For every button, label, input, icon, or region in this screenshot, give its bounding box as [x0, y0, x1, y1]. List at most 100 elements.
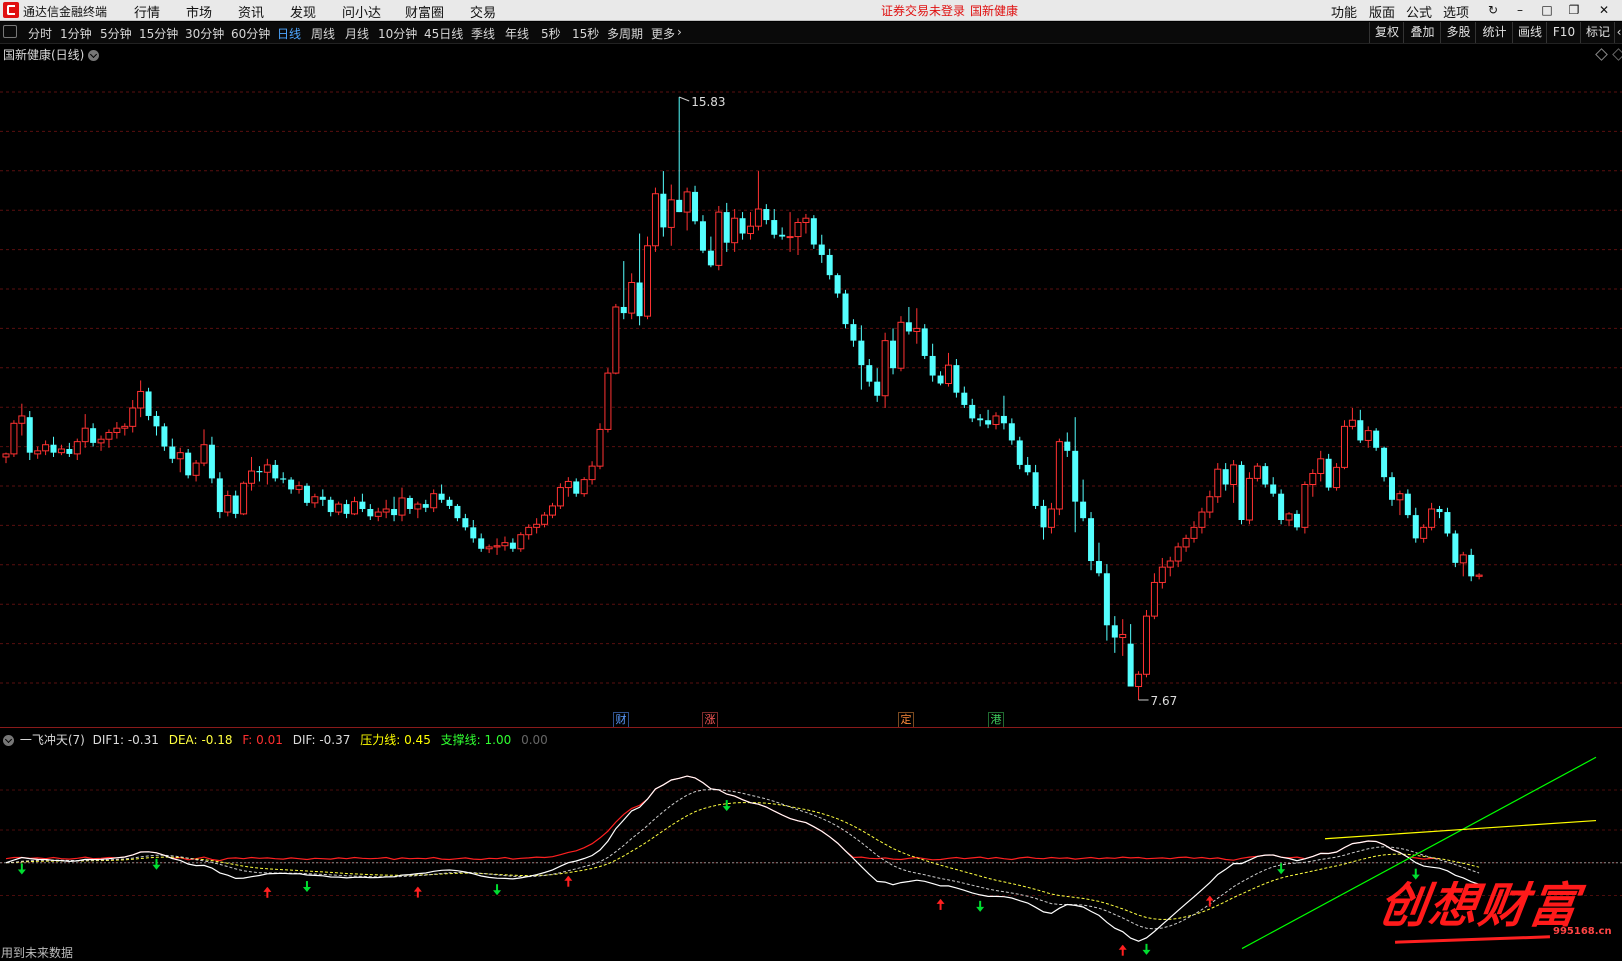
period-tab-60min[interactable]: 60分钟: [231, 25, 270, 42]
candle: [746, 212, 754, 240]
candle: [1245, 472, 1253, 525]
menu-item-quotes[interactable]: 行情: [134, 2, 160, 21]
restore-icon[interactable]: ❐: [1565, 1, 1583, 19]
f10-button[interactable]: F10: [1546, 22, 1581, 43]
candle: [881, 332, 889, 408]
period-tab-5sec[interactable]: 5秒: [541, 25, 561, 42]
event-marker-placement[interactable]: 定: [898, 712, 914, 728]
candle-body: [1000, 415, 1007, 424]
menu-item-discover[interactable]: 发现: [290, 2, 316, 21]
draw-button[interactable]: 画线: [1512, 22, 1547, 43]
candle: [129, 400, 137, 433]
candle: [1436, 505, 1443, 519]
candle-body: [517, 534, 525, 550]
candle: [739, 212, 746, 240]
menu-bar: 通达信金融终端 行情 市场 资讯 发现 问小达 财富圈 交易 证券交易未登录 国…: [0, 0, 1622, 21]
candle: [121, 423, 129, 436]
period-tab-daily[interactable]: 日线: [277, 25, 301, 42]
candle: [1166, 556, 1174, 577]
period-tab-multi[interactable]: 多周期: [607, 25, 643, 42]
candle-body: [129, 407, 137, 427]
candle-body: [280, 478, 287, 480]
panel-toggle-icon[interactable]: [3, 25, 17, 38]
menu-item-trade[interactable]: 交易: [470, 2, 496, 21]
minimize-icon[interactable]: –: [1511, 1, 1529, 19]
period-tab-10min[interactable]: 10分钟: [378, 25, 417, 42]
period-tab-quarterly[interactable]: 季线: [471, 25, 495, 42]
candle: [683, 187, 691, 231]
trade-login-warning[interactable]: 证券交易未登录: [881, 2, 965, 19]
period-tab-timeshare[interactable]: 分时: [28, 25, 52, 42]
overlay-button[interactable]: 叠加: [1403, 22, 1441, 43]
candle: [763, 204, 770, 225]
candle-body: [580, 479, 588, 495]
period-tab-30min[interactable]: 30分钟: [185, 25, 224, 42]
stats-button[interactable]: 统计: [1475, 22, 1513, 43]
candle: [232, 490, 239, 519]
candle-body: [350, 501, 358, 515]
event-marker-limit-up[interactable]: 涨: [702, 712, 718, 728]
event-marker-hk[interactable]: 港: [988, 712, 1004, 728]
dif-value: -0.37: [319, 733, 351, 747]
expand-chevron-icon[interactable]: ‹: [1614, 22, 1622, 43]
menu-item-formula[interactable]: 公式: [1406, 2, 1432, 21]
mark-button[interactable]: 标记: [1580, 22, 1615, 43]
candle-body: [145, 391, 152, 416]
indicator-name[interactable]: 一飞冲天(7): [20, 733, 85, 747]
pane-separator[interactable]: [0, 727, 1622, 728]
candle: [50, 436, 57, 457]
refresh-icon[interactable]: ↻: [1484, 1, 1502, 19]
candle-body: [343, 504, 350, 514]
candle: [438, 484, 445, 503]
candle: [1135, 671, 1143, 700]
candle: [1333, 463, 1341, 491]
candle: [1127, 624, 1134, 687]
candle: [382, 499, 390, 519]
candle: [343, 499, 350, 519]
candle: [303, 483, 310, 506]
period-tab-more[interactable]: 更多: [651, 25, 675, 42]
candle-body: [224, 495, 232, 513]
multi-stock-button[interactable]: 多股: [1440, 22, 1476, 43]
period-tab-1min[interactable]: 1分钟: [60, 25, 92, 42]
menu-item-function[interactable]: 功能: [1331, 2, 1357, 21]
period-tab-monthly[interactable]: 月线: [345, 25, 369, 42]
candle-body: [992, 415, 1000, 426]
period-tab-5min[interactable]: 5分钟: [100, 25, 132, 42]
candle: [921, 324, 928, 360]
candle: [208, 436, 215, 484]
menu-item-market[interactable]: 市场: [186, 2, 212, 21]
close-icon[interactable]: ✕: [1595, 1, 1613, 19]
candle-body: [1325, 458, 1332, 488]
candle-body: [1198, 511, 1206, 528]
menu-item-news[interactable]: 资讯: [238, 2, 264, 21]
candle: [272, 460, 279, 482]
candle-body: [1468, 554, 1475, 577]
candle: [280, 472, 287, 484]
menu-item-ask[interactable]: 问小达: [342, 2, 381, 21]
candle-body: [1024, 464, 1031, 473]
candle-body: [303, 485, 310, 503]
period-tab-weekly[interactable]: 周线: [311, 25, 335, 42]
event-marker-finance[interactable]: 财: [613, 712, 629, 728]
candle-body: [620, 306, 627, 314]
maximize-icon[interactable]: □: [1538, 1, 1556, 19]
period-tab-yearly[interactable]: 年线: [505, 25, 529, 42]
candle: [1412, 507, 1419, 543]
menu-item-layout[interactable]: 版面: [1369, 2, 1395, 21]
indicator-menu-chevron-icon[interactable]: [3, 735, 14, 746]
candle-body: [81, 427, 89, 443]
menu-item-options[interactable]: 选项: [1443, 2, 1469, 21]
candlestick-chart[interactable]: 15.83 7.67: [0, 46, 1622, 716]
candle: [1088, 512, 1095, 571]
period-tab-15sec[interactable]: 15秒: [572, 25, 599, 42]
candle-body: [1158, 566, 1166, 583]
more-chevron-icon[interactable]: ›: [677, 25, 682, 39]
period-tab-15min[interactable]: 15分钟: [139, 25, 178, 42]
adjust-button[interactable]: 复权: [1369, 22, 1404, 43]
period-tab-45day[interactable]: 45日线: [424, 25, 463, 42]
candle-body: [1047, 508, 1055, 528]
candle-body: [826, 254, 833, 276]
min-price-label: 7.67: [1151, 694, 1178, 708]
menu-item-wealth[interactable]: 财富圈: [405, 2, 444, 21]
